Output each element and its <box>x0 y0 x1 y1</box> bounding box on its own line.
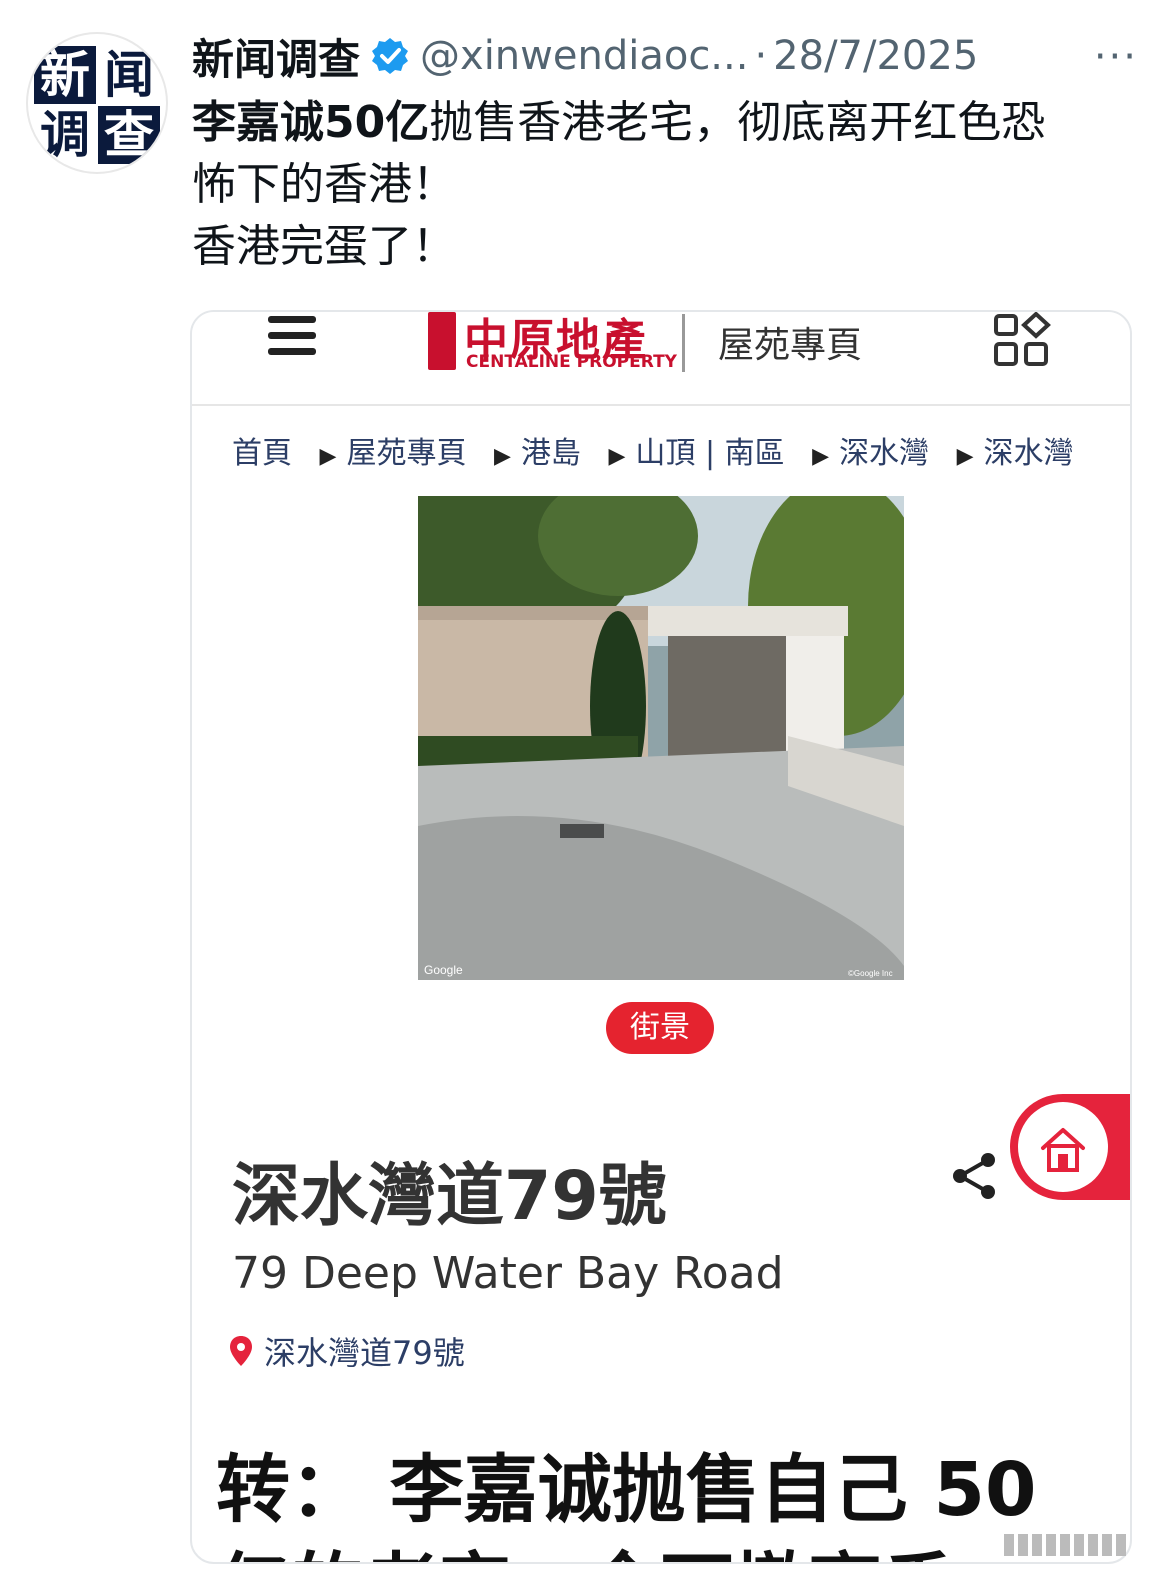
apps-icon[interactable] <box>992 312 1052 368</box>
chevron-right-icon: ▶ <box>608 444 626 469</box>
logo-mark <box>428 312 456 370</box>
repost-caption-line2: 亿的老宅，全面撤离香 <box>216 1528 956 1562</box>
home-icon <box>1041 1128 1085 1172</box>
separator: · <box>754 33 768 79</box>
street-view-photo[interactable]: Google ©Google Inc <box>418 496 904 980</box>
address-text: 深水灣道79號 <box>264 1334 465 1372</box>
property-title: 深水灣道79號 <box>232 1157 667 1236</box>
photo-credit: Google <box>424 963 463 977</box>
post-text-line2: 怖下的香港！ <box>192 159 456 210</box>
site-header: 中原地產 CENTALINE PROPERTY 屋苑專頁 <box>192 312 1130 406</box>
post-text-bold: 李嘉诚50亿 <box>192 97 430 148</box>
divider <box>682 314 685 372</box>
avatar-char: 新 <box>34 46 96 104</box>
media-card[interactable]: 中原地產 CENTALINE PROPERTY 屋苑專頁 首頁 ▶ 屋苑專頁 ▶ 港… <box>190 310 1132 1564</box>
location-pin-icon <box>230 1336 252 1366</box>
watermark-icon <box>1004 1534 1126 1556</box>
more-icon[interactable]: ··· <box>1094 34 1138 80</box>
repost-caption: 转： 李嘉诚抛售自己 50 <box>216 1447 1037 1533</box>
chevron-right-icon: ▶ <box>956 444 974 469</box>
avatar-char: 查 <box>98 106 160 164</box>
post-date[interactable]: 28/7/2025 <box>773 33 978 79</box>
avatar-char: 调 <box>34 106 96 164</box>
avatar[interactable]: 新 闻 调 查 <box>26 32 168 174</box>
address-row[interactable]: 深水灣道79號 <box>230 1328 465 1374</box>
floating-home-button[interactable] <box>1010 1094 1130 1200</box>
breadcrumb-item[interactable]: 港島 <box>521 436 581 471</box>
chevron-right-icon: ▶ <box>812 444 830 469</box>
share-icon[interactable] <box>950 1150 1000 1202</box>
post-header: 新闻调查 @xinwendiaoc... · 28/7/2025 <box>192 28 1152 84</box>
breadcrumb-item[interactable]: 屋苑專頁 <box>346 436 466 471</box>
breadcrumb: 首頁 ▶ 屋苑專頁 ▶ 港島 ▶ 山頂 | 南區 ▶ 深水灣 ▶ 深水灣 <box>232 428 1074 472</box>
display-name[interactable]: 新闻调查 <box>192 26 360 87</box>
chevron-right-icon: ▶ <box>319 444 337 469</box>
breadcrumb-item[interactable]: 山頂 | 南區 <box>635 436 784 471</box>
post-text-line1: 抛售香港老宅，彻底离开红色恐 <box>429 97 1046 148</box>
handle[interactable]: @xinwendiaoc... <box>420 33 748 79</box>
post-text: 李嘉诚50亿抛售香港老宅，彻底离开红色恐 怖下的香港！ 香港完蛋了！ <box>192 92 1142 278</box>
breadcrumb-item[interactable]: 深水灣 <box>839 436 929 471</box>
breadcrumb-item[interactable]: 深水灣 <box>984 436 1074 471</box>
avatar-char: 闻 <box>98 46 160 104</box>
hamburger-icon[interactable] <box>268 316 316 356</box>
photo-credit: ©Google Inc <box>848 969 893 978</box>
verified-icon <box>372 38 409 74</box>
chevron-right-icon: ▶ <box>494 444 511 469</box>
logo-en: CENTALINE PROPERTY <box>466 352 677 372</box>
section-title: 屋苑專頁 <box>718 325 863 366</box>
post-text-line3: 香港完蛋了！ <box>192 221 456 272</box>
property-title-en: 79 Deep Water Bay Road <box>232 1248 784 1299</box>
breadcrumb-item[interactable]: 首頁 <box>232 436 292 471</box>
street-view-button[interactable]: 街景 <box>606 1002 714 1054</box>
